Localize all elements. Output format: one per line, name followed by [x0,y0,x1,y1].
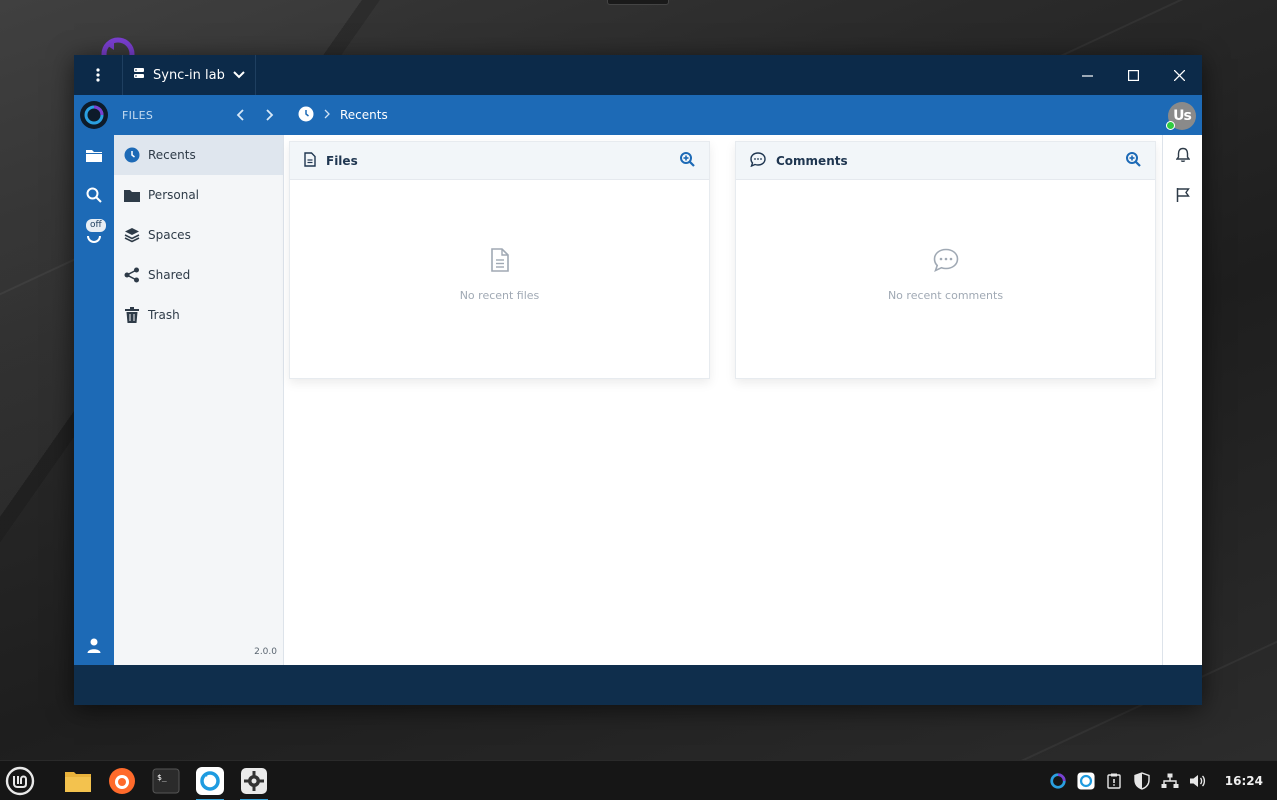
sidebar: Recents Personal Spaces Shared Trash 2.0… [114,135,284,665]
share-icon [124,267,140,283]
close-button[interactable] [1156,55,1202,95]
terminal-button[interactable]: $_ [148,764,184,798]
card-title: Comments [776,153,848,168]
recent-comments-card: Comments No recent comments [735,141,1156,379]
main-content: Files No recent files Comments No recent… [284,135,1162,665]
kebab-menu-icon[interactable] [74,55,122,95]
sync-in-icon [196,767,224,795]
section-label: FILES [122,108,154,122]
taskbar-clock[interactable]: 16:24 [1225,774,1263,788]
search-icon [86,187,102,203]
back-arrow-icon[interactable] [232,107,248,123]
server-selector[interactable]: Sync-in lab [122,55,256,95]
sidebar-item-label: Trash [148,308,180,322]
comment-icon [750,151,766,170]
sync-in-button[interactable] [192,764,228,800]
notifications-button[interactable] [1163,135,1203,175]
title-bar: Sync-in lab [74,55,1202,95]
gear-icon [241,768,267,794]
trash-icon [124,307,140,323]
empty-state: No recent comments [736,180,1155,380]
file-icon [490,248,509,275]
folder-icon [65,772,91,792]
recent-files-card: Files No recent files [289,141,710,379]
sidebar-item-label: Shared [148,268,191,282]
window-controls [1064,55,1202,95]
sidebar-item-spaces[interactable]: Spaces [114,215,283,255]
folder-icon [86,149,102,162]
zoom-in-icon[interactable] [680,151,695,170]
sidebar-item-personal[interactable]: Personal [114,175,283,215]
chevron-down-icon [233,68,245,83]
right-rail [1162,135,1202,665]
firefox-icon [109,768,135,794]
sidebar-item-recents[interactable]: Recents [114,135,283,175]
zoom-in-icon[interactable] [1126,151,1141,170]
sync-in-tray-icon[interactable] [1049,772,1067,790]
flag-button[interactable] [1163,175,1203,215]
maximize-button[interactable] [1110,55,1156,95]
server-name: Sync-in lab [153,67,225,83]
network-icon[interactable] [1161,772,1179,790]
firefox-button[interactable] [104,764,140,798]
icon-rail: off [74,135,114,665]
volume-icon[interactable] [1189,772,1207,790]
empty-state-text: No recent comments [887,289,1004,302]
rail-search-button[interactable] [74,175,114,215]
terminal-icon: $_ [152,768,180,794]
layers-icon [124,227,140,243]
folder-icon [124,187,140,203]
file-icon [304,151,316,170]
empty-state: No recent files [290,180,709,380]
taskbar: $_ 16:24 [0,760,1277,800]
card-header: Files [290,142,709,180]
sync-status-badge: off [86,219,106,232]
mint-logo-icon [5,766,35,796]
bell-icon [1176,147,1190,162]
chevron-right-icon [324,108,330,122]
sync-client-tray-icon[interactable] [1077,772,1095,790]
breadcrumb: Recents [298,95,388,135]
system-tray: 16:24 [1049,761,1277,800]
clipboard-icon[interactable] [1105,772,1123,790]
shield-icon[interactable] [1133,772,1151,790]
window-footer [74,665,1202,705]
sidebar-item-shared[interactable]: Shared [114,255,283,295]
sidebar-item-label: Recents [148,148,196,162]
desktop-top-tab [607,0,669,5]
avatar[interactable]: Us [1166,102,1196,130]
sidebar-item-trash[interactable]: Trash [114,295,283,335]
sidebar-item-label: Personal [148,188,200,202]
rail-user-button[interactable] [74,625,114,665]
svg-text:$_: $_ [157,773,167,782]
clock-icon[interactable] [298,106,314,125]
app-version: 2.0.0 [254,647,277,657]
server-icon [133,67,145,83]
file-manager-button[interactable] [60,764,96,798]
user-icon [87,638,101,653]
app-logo[interactable] [74,95,114,135]
minimize-button[interactable] [1064,55,1110,95]
breadcrumb-current[interactable]: Recents [340,108,388,122]
comment-icon [933,248,959,275]
forward-arrow-icon[interactable] [262,107,278,123]
flag-icon [1176,188,1190,202]
online-status-dot [1166,121,1175,130]
history-navigation [232,107,278,123]
empty-state-text: No recent files [459,289,540,302]
card-title: Files [326,153,358,168]
sidebar-item-label: Spaces [148,228,191,242]
card-header: Comments [736,142,1155,180]
app-topbar: FILES Recents Us [74,95,1202,135]
clock-icon [124,147,140,163]
settings-button[interactable] [236,764,272,800]
app-window: Sync-in lab FILES Recents Us off Recents… [74,55,1202,705]
mint-menu-button[interactable] [2,764,38,798]
avatar-initials: Us [1173,108,1192,124]
rail-files-button[interactable] [74,135,114,175]
